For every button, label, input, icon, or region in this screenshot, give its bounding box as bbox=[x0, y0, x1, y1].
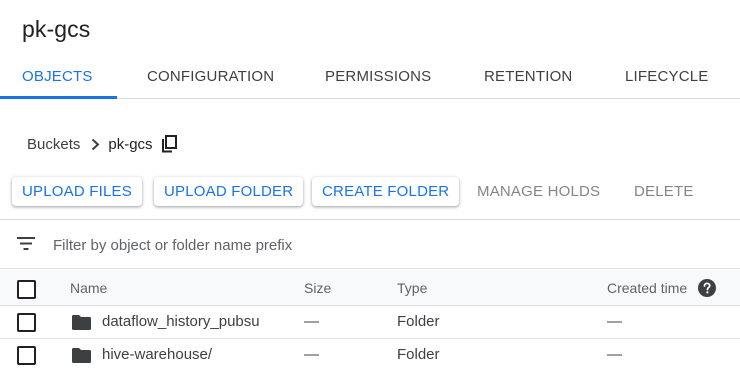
tab-lifecycle[interactable]: LIFECYCLE bbox=[625, 56, 709, 99]
table-row[interactable]: hive-warehouse/ — Folder — bbox=[0, 339, 740, 371]
objects-table: Name Size Type Created time dataflow_his… bbox=[0, 270, 740, 371]
breadcrumb-buckets-link[interactable]: Buckets bbox=[27, 136, 80, 153]
manage-holds-button[interactable]: MANAGE HOLDS bbox=[467, 177, 610, 206]
row-checkbox[interactable] bbox=[17, 346, 36, 365]
column-header-name[interactable]: Name bbox=[70, 280, 107, 296]
column-header-type[interactable]: Type bbox=[397, 280, 427, 296]
copy-icon[interactable] bbox=[161, 135, 177, 153]
breadcrumb-current-bucket: pk-gcs bbox=[108, 135, 153, 153]
tab-retention[interactable]: RETENTION bbox=[484, 56, 572, 99]
column-header-size[interactable]: Size bbox=[304, 280, 331, 296]
delete-button[interactable]: DELETE bbox=[624, 177, 704, 206]
object-created-time: — bbox=[607, 313, 622, 330]
folder-icon bbox=[72, 348, 91, 363]
tab-permissions[interactable]: PERMISSIONS bbox=[325, 56, 431, 99]
object-size: — bbox=[304, 313, 319, 330]
tab-bar: OBJECTS CONFIGURATION PERMISSIONS RETENT… bbox=[0, 56, 740, 99]
object-created-time: — bbox=[607, 346, 622, 363]
table-row[interactable]: dataflow_history_pubsu — Folder — bbox=[0, 306, 740, 339]
object-name-link[interactable]: dataflow_history_pubsu bbox=[102, 313, 260, 330]
object-size: — bbox=[304, 346, 319, 363]
object-name-link[interactable]: hive-warehouse/ bbox=[102, 346, 212, 363]
bucket-title: pk-gcs bbox=[22, 16, 91, 42]
column-header-created-time[interactable]: Created time bbox=[607, 280, 687, 296]
active-tab-indicator bbox=[0, 96, 117, 99]
row-checkbox[interactable] bbox=[17, 313, 36, 332]
action-toolbar: UPLOAD FILES UPLOAD FOLDER CREATE FOLDER… bbox=[0, 174, 740, 220]
folder-icon bbox=[72, 315, 91, 330]
filter-input[interactable] bbox=[53, 235, 653, 255]
chevron-right-icon bbox=[91, 138, 100, 151]
help-icon[interactable] bbox=[698, 279, 716, 297]
table-header: Name Size Type Created time bbox=[0, 270, 740, 306]
filter-list-icon[interactable] bbox=[17, 237, 35, 250]
upload-folder-button[interactable]: UPLOAD FOLDER bbox=[154, 177, 304, 206]
filter-bar bbox=[0, 221, 740, 269]
tab-configuration[interactable]: CONFIGURATION bbox=[147, 56, 274, 99]
object-type: Folder bbox=[397, 313, 440, 330]
select-all-checkbox[interactable] bbox=[17, 280, 36, 299]
create-folder-button[interactable]: CREATE FOLDER bbox=[312, 177, 460, 206]
breadcrumb: Buckets pk-gcs bbox=[27, 133, 177, 155]
upload-files-button[interactable]: UPLOAD FILES bbox=[12, 177, 142, 206]
tab-objects[interactable]: OBJECTS bbox=[22, 56, 93, 99]
object-type: Folder bbox=[397, 346, 440, 363]
